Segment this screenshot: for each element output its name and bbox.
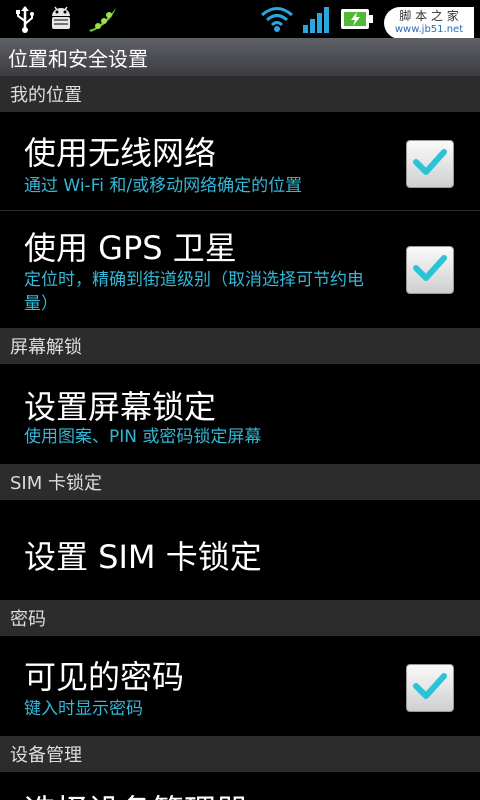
battery-charging-icon — [340, 7, 374, 31]
checkbox-use-gps[interactable] — [406, 246, 454, 294]
section-label: 我的位置 — [10, 85, 82, 106]
android-debug-icon — [46, 4, 76, 34]
checkmark-icon — [413, 148, 447, 180]
watermark-line2: www.jb51.net — [394, 24, 464, 35]
pref-title: 使用 GPS 卫星 — [24, 229, 237, 267]
section-label: 密码 — [10, 609, 46, 630]
pref-title: 选择设备管理器 — [24, 786, 248, 800]
signal-icon — [302, 5, 332, 33]
watermark-logo: 脚 本 之 家 www.jb51.net — [384, 7, 474, 39]
pref-title: 设置屏幕锁定 — [24, 388, 217, 426]
pref-title: 使用无线网络 — [24, 134, 217, 172]
checkbox-visible-passwords[interactable] — [406, 664, 454, 712]
section-label: SIM 卡锁定 — [10, 473, 102, 494]
pref-set-screen-lock[interactable]: 设置屏幕锁定 使用图案、PIN 或密码锁定屏幕 — [0, 364, 480, 464]
usb-icon — [14, 5, 36, 33]
pref-title: 可见的密码 — [24, 658, 185, 696]
pref-summary: 键入时显示密码 — [24, 699, 143, 719]
pref-set-sim-lock[interactable]: 设置 SIM 卡锁定 — [0, 500, 480, 600]
pref-summary: 通过 Wi-Fi 和/或移动网络确定的位置 — [24, 176, 303, 196]
pref-title: 设置 SIM 卡锁定 — [24, 538, 262, 576]
pref-use-gps-satellites[interactable]: 使用 GPS 卫星 定位时，精确到街道级别（取消选择可节约电量） — [0, 211, 480, 327]
pea-pod-icon — [86, 4, 120, 34]
wifi-icon — [260, 4, 294, 34]
checkmark-icon — [413, 672, 447, 704]
section-label: 屏幕解锁 — [10, 337, 82, 358]
section-header-device-admin: 设备管理 — [0, 736, 480, 772]
section-header-password: 密码 — [0, 600, 480, 636]
section-header-sim-lock: SIM 卡锁定 — [0, 464, 480, 500]
section-label: 设备管理 — [10, 745, 82, 766]
pref-summary: 使用图案、PIN 或密码锁定屏幕 — [24, 427, 262, 447]
checkbox-use-wireless[interactable] — [406, 140, 454, 188]
page-title: 位置和安全设置 — [8, 46, 148, 71]
pref-visible-passwords[interactable]: 可见的密码 键入时显示密码 — [0, 636, 480, 736]
watermark-line1: 脚 本 之 家 — [399, 9, 459, 23]
status-bar: 脚 本 之 家 www.jb51.net — [0, 0, 480, 39]
section-header-screen-unlock: 屏幕解锁 — [0, 328, 480, 364]
pref-summary: 定位时，精确到街道级别（取消选择可节约电量） — [24, 270, 364, 314]
pref-select-device-admin[interactable]: 选择设备管理器 — [0, 772, 480, 800]
section-header-my-location: 我的位置 — [0, 76, 480, 112]
checkmark-icon — [413, 254, 447, 286]
pref-use-wireless-networks[interactable]: 使用无线网络 通过 Wi-Fi 和/或移动网络确定的位置 — [0, 112, 480, 210]
title-bar: 位置和安全设置 — [0, 38, 480, 76]
